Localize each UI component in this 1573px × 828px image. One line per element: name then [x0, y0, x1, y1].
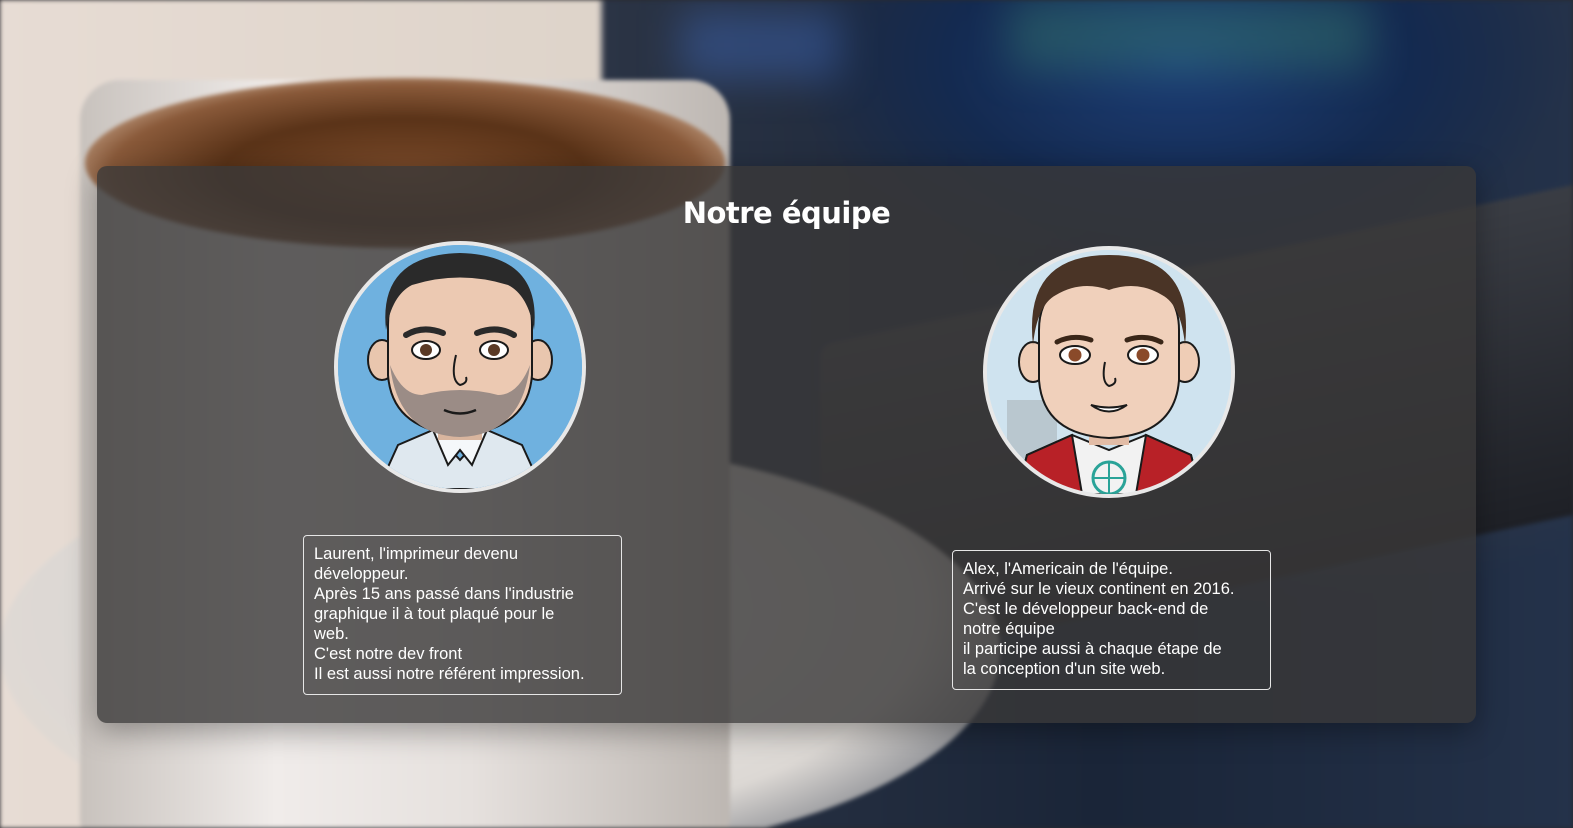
cartoon-avatar-young-man-icon [987, 250, 1231, 494]
bio-line: Laurent, l'imprimeur devenu [314, 545, 519, 563]
bio-line: Il est aussi notre référent impression. [314, 665, 585, 683]
bio-line: la conception d'un site web. [963, 660, 1166, 678]
cartoon-avatar-bearded-man-icon [338, 245, 582, 489]
bio-line: développeur. [314, 565, 409, 583]
bio-line: notre équipe [963, 620, 1055, 638]
bio-line: graphique il à tout plaqué pour le [314, 605, 555, 623]
member-bio-alex: Alex, l'Americain de l'équipe. Arrivé su… [952, 550, 1271, 690]
bio-line: web. [314, 625, 349, 643]
bio-line: C'est notre dev front [314, 645, 463, 663]
bio-line: Arrivé sur le vieux continent en 2016. [963, 580, 1235, 598]
bio-line: C'est le développeur back-end de [963, 600, 1209, 618]
member-avatar-alex [983, 246, 1235, 498]
bio-line: Après 15 ans passé dans l'industrie [314, 585, 574, 603]
section-title: Notre équipe [682, 196, 891, 230]
member-avatar-laurent [334, 241, 586, 493]
bio-line: Alex, l'Americain de l'équipe. [963, 560, 1173, 578]
bio-line: il participe aussi à chaque étape de [963, 640, 1222, 658]
member-bio-laurent: Laurent, l'imprimeur devenu développeur.… [303, 535, 622, 695]
